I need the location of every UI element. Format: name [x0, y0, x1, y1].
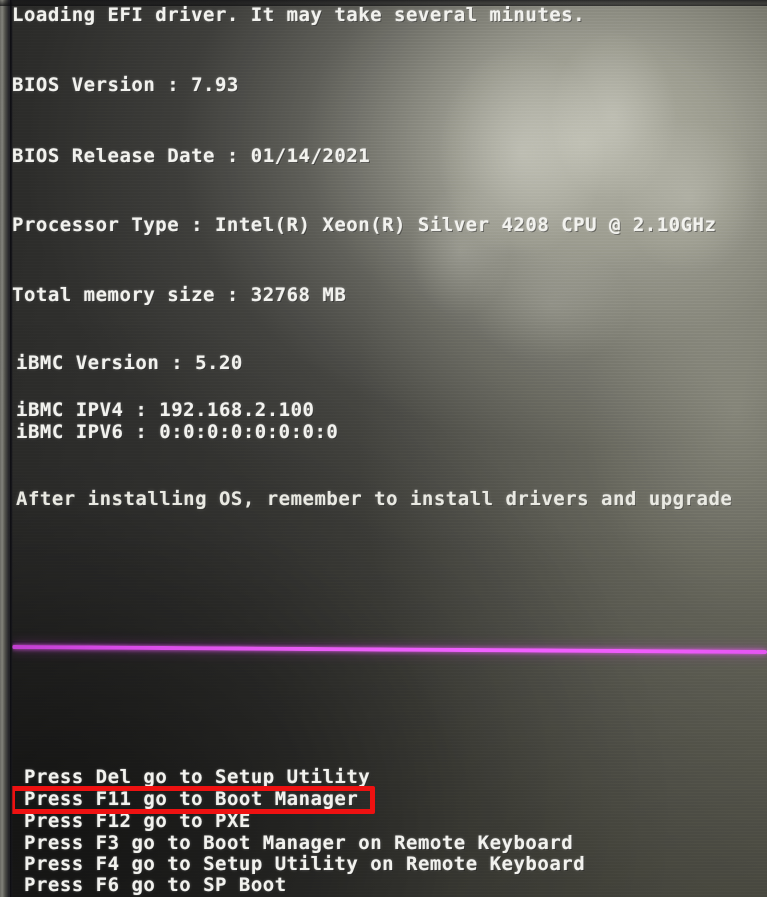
post-text-region: Loading EFI driver. It may take several …: [0, 0, 767, 897]
boot-option-f3[interactable]: Press F3 go to Boot Manager on Remote Ke…: [24, 832, 573, 854]
post-install-notice: After installing OS, remember to install…: [16, 488, 733, 510]
bios-version-line: BIOS Version : 7.93: [12, 74, 239, 96]
ibmc-ipv4-line: iBMC IPV4 : 192.168.2.100: [16, 399, 315, 421]
ibmc-ipv6-line: iBMC IPV6 : 0:0:0:0:0:0:0:0: [16, 421, 339, 443]
total-memory-size-line: Total memory size : 32768 MB: [12, 284, 347, 306]
bios-release-date-line: BIOS Release Date : 01/14/2021: [12, 145, 371, 167]
boot-option-f4[interactable]: Press F4 go to Setup Utility on Remote K…: [24, 853, 585, 875]
processor-type-line: Processor Type : Intel(R) Xeon(R) Silver…: [12, 214, 717, 236]
boot-option-f6[interactable]: Press F6 go to SP Boot: [24, 874, 287, 896]
boot-option-del[interactable]: Press Del go to Setup Utility: [24, 766, 370, 788]
ibmc-version-line: iBMC Version : 5.20: [16, 352, 243, 374]
loading-message: Loading EFI driver. It may take several …: [12, 4, 586, 26]
highlight-box-boot-manager: [10, 786, 375, 814]
bios-post-screen-photo: Loading EFI driver. It may take several …: [0, 0, 767, 897]
